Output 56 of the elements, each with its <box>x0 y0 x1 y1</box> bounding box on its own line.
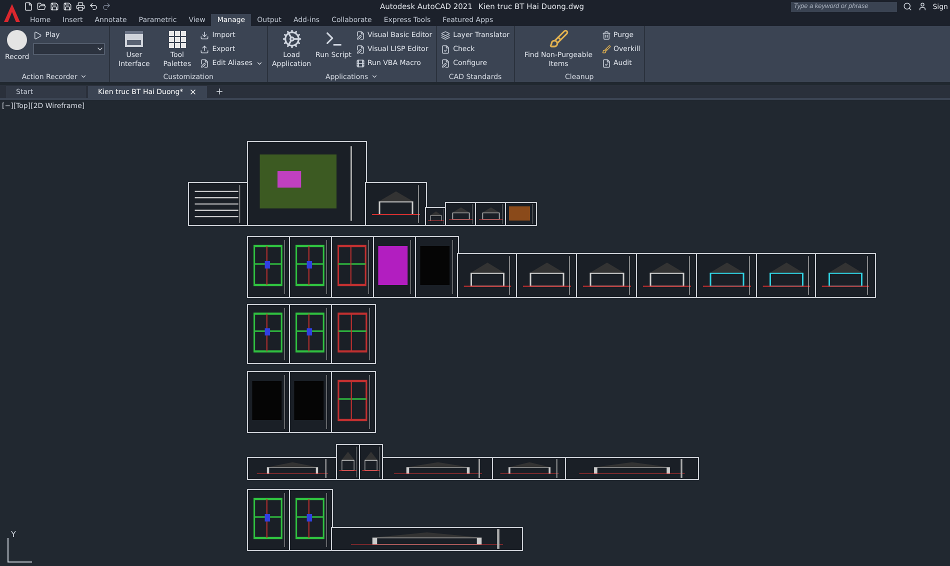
redo-icon[interactable] <box>102 2 111 11</box>
user-icon[interactable] <box>918 2 927 11</box>
brush-icon <box>602 44 610 54</box>
gear-icon <box>282 29 302 49</box>
drawing-sheet <box>756 253 817 298</box>
caret-icon <box>371 73 378 80</box>
grid-palette-icon <box>167 29 188 49</box>
drawing-sheet <box>247 304 291 364</box>
drawing-sheet <box>247 236 291 298</box>
drawing-sheet <box>576 253 638 298</box>
pencil-document-icon <box>441 58 450 68</box>
film-icon <box>356 58 364 68</box>
trash-icon <box>602 30 610 40</box>
pencil-document-icon <box>200 58 210 68</box>
drawing-sheet <box>415 236 459 298</box>
close-icon[interactable] <box>189 88 198 96</box>
window-icon <box>124 29 144 49</box>
caret-icon <box>256 60 263 66</box>
save-icon[interactable] <box>50 2 59 11</box>
y-axis-label: Y <box>11 530 16 539</box>
brush-icon <box>548 29 568 49</box>
folder-icon[interactable] <box>37 2 46 11</box>
drawing-sheet <box>247 489 291 551</box>
drawing-sheet <box>289 236 333 298</box>
drawing-sheet <box>516 253 578 298</box>
undo-icon[interactable] <box>89 2 98 11</box>
drawing-sheet <box>331 304 376 364</box>
drawing-sheet <box>289 304 333 364</box>
new-tab-icon[interactable] <box>215 87 224 96</box>
search-icon[interactable] <box>902 2 912 11</box>
play-icon <box>33 30 42 40</box>
import-icon <box>200 30 210 40</box>
new-file-icon[interactable] <box>24 2 33 11</box>
drawing-sheet <box>636 253 698 298</box>
document-check-icon <box>441 44 450 54</box>
drawing-sheet <box>457 253 518 298</box>
caret-icon <box>96 45 104 53</box>
layers-icon <box>441 30 450 40</box>
drawing-sheet <box>505 202 537 226</box>
drawing-sheet <box>247 371 291 433</box>
print-icon[interactable] <box>76 2 85 11</box>
drawing-sheet <box>815 253 876 298</box>
drawing-sheet <box>331 236 375 298</box>
drawing-sheet <box>289 371 333 433</box>
document-check-icon <box>602 58 610 68</box>
drawing-sheet <box>331 371 376 433</box>
drawing-sheet <box>696 253 758 298</box>
export-icon <box>200 44 210 54</box>
pencil-document-icon <box>356 44 364 54</box>
caret-icon <box>80 73 88 80</box>
record-circle-icon <box>6 29 28 51</box>
pencil-document-icon <box>356 30 364 40</box>
save-as-icon[interactable] <box>63 2 72 11</box>
drawing-sheet <box>475 202 507 226</box>
drawing-sheet <box>373 236 417 298</box>
letter-a-logo-icon <box>4 4 20 22</box>
